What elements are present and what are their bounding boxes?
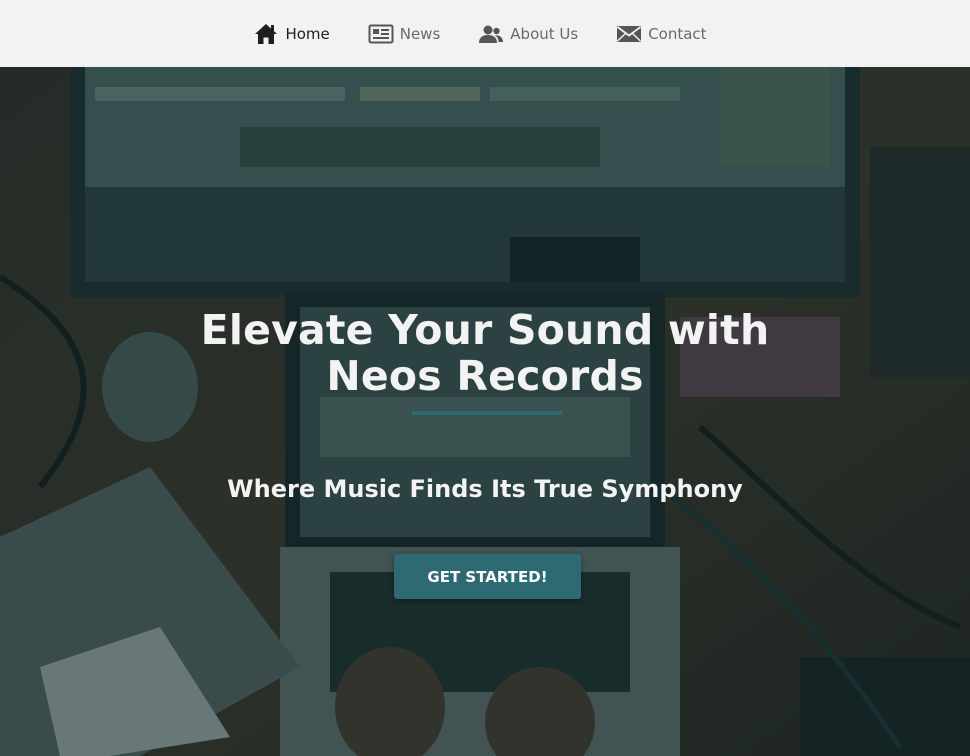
envelope-icon <box>616 23 642 45</box>
nav-item-about-us[interactable]: About Us <box>478 23 578 45</box>
newspaper-icon <box>368 23 394 45</box>
hero-subtitle: Where Music Finds Its True Symphony <box>227 475 743 503</box>
users-icon <box>478 23 504 45</box>
nav-item-home[interactable]: Home <box>253 23 330 45</box>
hero-title-line-1: Elevate Your Sound with <box>200 306 770 354</box>
nav-item-label: About Us <box>510 24 579 43</box>
nav-item-label: Contact <box>648 24 707 43</box>
hero-title-line-2: Neos Records <box>326 352 644 400</box>
nav-menu: Home News About Us Contact <box>234 23 725 45</box>
title-divider <box>412 411 562 415</box>
hero-content: Elevate Your Sound with Neos Records Whe… <box>0 67 970 756</box>
nav-item-contact[interactable]: Contact <box>616 23 707 45</box>
hero-section: Elevate Your Sound with Neos Records Whe… <box>0 67 970 756</box>
home-icon <box>253 23 279 45</box>
get-started-button[interactable]: GET STARTED! <box>394 554 581 599</box>
nav-item-news[interactable]: News <box>368 23 441 45</box>
top-navigation-bar: Home News About Us Contact <box>0 0 970 67</box>
nav-item-label: News <box>399 24 441 43</box>
hero-title: Elevate Your Sound with Neos Records <box>120 307 850 399</box>
nav-item-label: Home <box>285 24 330 43</box>
